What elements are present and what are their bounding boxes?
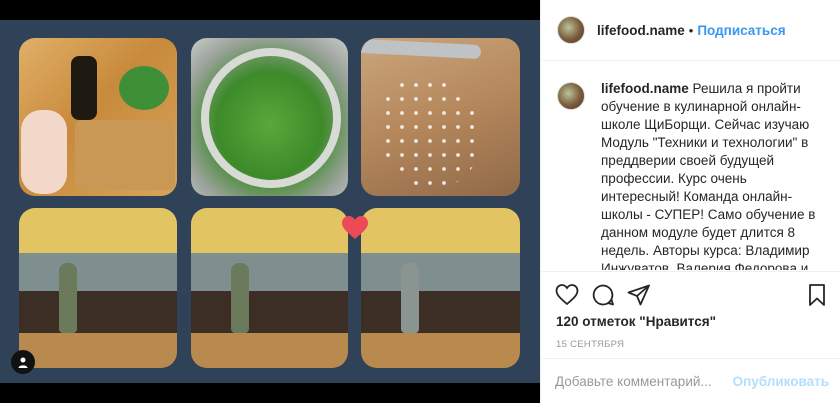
separator-dot: • <box>688 22 694 38</box>
avatar[interactable] <box>557 16 585 44</box>
comment-input[interactable] <box>555 373 733 389</box>
comment-form: Опубликовать <box>541 358 840 403</box>
avatar[interactable] <box>557 82 585 110</box>
oil-bottle <box>71 56 97 120</box>
photo-spinach-strainer <box>191 38 348 196</box>
caption-username[interactable]: lifefood.name <box>601 81 689 96</box>
bookmark-icon[interactable] <box>805 283 829 307</box>
photo-kitchen-2 <box>191 208 348 368</box>
cook-figure <box>59 263 77 333</box>
chicken-fillet <box>21 110 67 194</box>
knife <box>361 38 482 60</box>
comments-section[interactable]: lifefood.name Решила я пройти обучение в… <box>541 61 840 270</box>
post-sidebar: lifefood.name • Подписаться lifefood.nam… <box>540 0 840 403</box>
user-tag-icon[interactable] <box>11 350 35 374</box>
caption-body: Решила я пройти обучение в кулинарной он… <box>601 81 816 270</box>
post-media[interactable] <box>0 0 540 403</box>
cook-figure <box>231 263 249 333</box>
caption-text: lifefood.name Решила я пройти обучение в… <box>601 80 824 270</box>
likes-count[interactable]: 120 отметок "Нравится" <box>555 314 829 329</box>
photo-collage <box>0 20 540 383</box>
caption: lifefood.name Решила я пройти обучение в… <box>557 80 824 270</box>
heart-outline-icon[interactable] <box>555 283 579 307</box>
follow-button[interactable]: Подписаться <box>697 23 785 38</box>
strainer-rim <box>201 48 341 188</box>
username-link[interactable]: lifefood.name <box>597 23 685 38</box>
photo-kitchen-1 <box>19 208 177 368</box>
photo-kitchen-3 <box>361 208 520 368</box>
photo-ingredients <box>19 38 177 196</box>
heart-filled-icon <box>342 216 368 239</box>
chopped-garlic <box>381 78 481 188</box>
post-header: lifefood.name • Подписаться <box>541 0 840 61</box>
cook-figure <box>401 263 419 333</box>
publish-button[interactable]: Опубликовать <box>733 374 829 389</box>
paper-plane-icon[interactable] <box>627 283 651 307</box>
photo-chopped-garlic <box>361 38 520 196</box>
post-actions: 120 отметок "Нравится" 15 СЕНТЯБРЯ <box>541 271 840 361</box>
action-icons <box>555 280 829 310</box>
spinach-leaves <box>119 66 169 110</box>
cutting-board <box>75 120 175 190</box>
speech-bubble-icon[interactable] <box>591 283 615 307</box>
post-date: 15 СЕНТЯБРЯ <box>556 339 625 350</box>
